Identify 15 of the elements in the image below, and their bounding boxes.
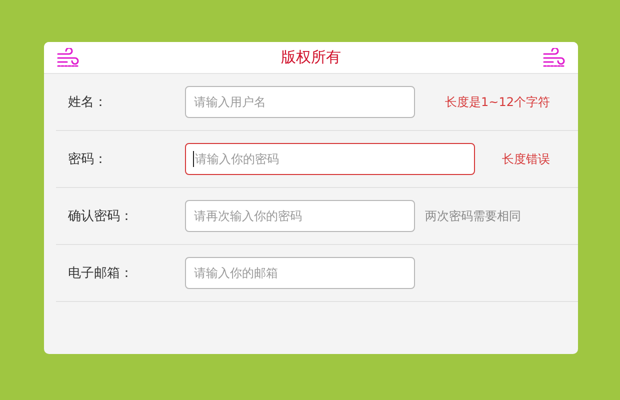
input-field[interactable]: 请输入你的邮箱: [185, 257, 415, 289]
hint-text: 两次密码需要相同: [425, 208, 521, 224]
header-title: 版权所有: [281, 48, 341, 67]
hint-text: 长度错误: [502, 150, 550, 168]
input-field[interactable]: 请输入用户名: [185, 86, 415, 118]
field-label: 确认密码：: [67, 208, 134, 225]
field-label: 姓名：: [67, 94, 108, 111]
input-field[interactable]: 请再次输入你的密码: [185, 200, 415, 232]
field-label: 电子邮箱：: [67, 265, 134, 282]
input-field[interactable]: 请输入你的密码: [185, 143, 475, 175]
wind-icon: [542, 48, 566, 68]
field-label: 密码：: [67, 151, 108, 168]
wind-icon: [56, 48, 80, 68]
hint-text: 长度是1~12个字符: [445, 94, 550, 110]
text-cursor: [193, 151, 194, 167]
